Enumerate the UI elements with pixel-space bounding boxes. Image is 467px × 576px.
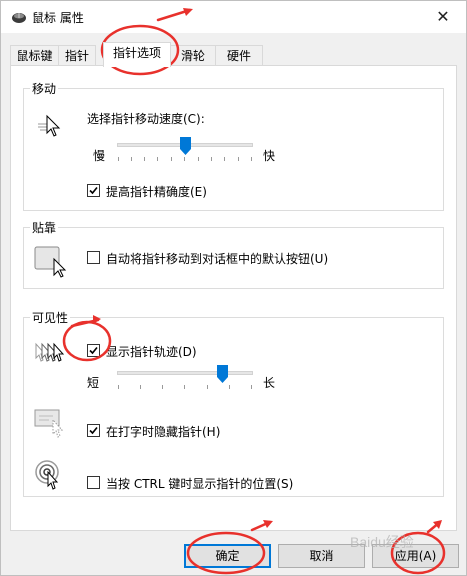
slider-tick bbox=[211, 157, 212, 161]
visibility-group: 可见性 显示指针轨迹(D) 短 长 在打字时隐藏指针(H) 当按 CTRL 键时… bbox=[23, 309, 444, 497]
slow-label: 慢 bbox=[93, 149, 106, 163]
mouse-icon bbox=[11, 10, 27, 24]
speed-slider[interactable] bbox=[117, 137, 253, 163]
close-icon: ✕ bbox=[436, 7, 450, 26]
hide-checkbox[interactable] bbox=[87, 424, 100, 437]
slider-tick bbox=[162, 385, 163, 389]
precision-checkbox[interactable] bbox=[87, 184, 100, 197]
cancel-button[interactable]: 取消 bbox=[278, 544, 365, 568]
motion-legend: 移动 bbox=[30, 80, 59, 97]
hide-while-typing-icon bbox=[34, 408, 70, 441]
pointer-motion-icon bbox=[38, 113, 64, 142]
tab-label: 滑轮 bbox=[180, 49, 205, 63]
tab-label: 硬件 bbox=[226, 49, 251, 63]
mouse-properties-dialog: 鼠标 属性 ✕ 鼠标键 指针 指针选项 滑轮 硬件 移动 选择指针移动速度(C)… bbox=[0, 0, 467, 576]
ctrl-checkbox[interactable] bbox=[87, 476, 100, 489]
snap-legend: 贴靠 bbox=[30, 219, 59, 236]
slider-tick bbox=[238, 157, 239, 161]
slider-tick bbox=[140, 385, 141, 389]
speed-label: 选择指针移动速度(C): bbox=[87, 112, 205, 126]
ctrl-label[interactable]: 当按 CTRL 键时显示指针的位置(S) bbox=[106, 475, 293, 492]
trails-checkbox[interactable] bbox=[87, 344, 100, 357]
slider-tick bbox=[131, 157, 132, 161]
trails-slider-track bbox=[117, 371, 253, 375]
slider-tick bbox=[144, 157, 145, 161]
window-title: 鼠标 属性 bbox=[32, 11, 84, 25]
apply-button[interactable]: 应用(A) bbox=[372, 544, 459, 568]
tab-pointers[interactable]: 指针 bbox=[58, 45, 96, 66]
apply-button-label: 应用(A) bbox=[394, 549, 437, 563]
tab-label: 指针 bbox=[64, 49, 89, 63]
slider-tick bbox=[171, 157, 172, 161]
snap-checkbox[interactable] bbox=[87, 251, 100, 264]
slider-tick bbox=[118, 157, 119, 161]
tab-wheel[interactable]: 滑轮 bbox=[170, 45, 216, 66]
snap-group: 贴靠 自动将指针移动到对话框中的默认按钮(U) bbox=[23, 219, 444, 289]
visibility-legend: 可见性 bbox=[30, 309, 71, 326]
cancel-button-label: 取消 bbox=[309, 549, 334, 563]
tab-hardware[interactable]: 硬件 bbox=[215, 45, 263, 66]
trails-slider-thumb[interactable] bbox=[217, 365, 228, 386]
trails-slider[interactable] bbox=[117, 365, 253, 391]
slider-tick bbox=[224, 157, 225, 161]
pointer-trails-icon bbox=[34, 340, 70, 369]
tab-pointer-options[interactable]: 指针选项 bbox=[103, 42, 171, 67]
tab-label: 指针选项 bbox=[112, 46, 161, 60]
ok-button[interactable]: 确定 bbox=[184, 544, 271, 568]
pointer-options-panel: 移动 选择指针移动速度(C): 慢 快 提高指针精确度(E) 贴靠 自动将指针移… bbox=[10, 65, 457, 531]
slider-tick bbox=[251, 157, 252, 161]
long-label: 长 bbox=[263, 376, 276, 390]
precision-label[interactable]: 提高指针精确度(E) bbox=[106, 183, 207, 200]
slider-tick bbox=[229, 385, 230, 389]
snap-label[interactable]: 自动将指针移动到对话框中的默认按钮(U) bbox=[106, 250, 328, 267]
tab-buttons[interactable]: 鼠标键 bbox=[10, 45, 59, 66]
slider-tick bbox=[207, 385, 208, 389]
slider-tick bbox=[118, 385, 119, 389]
tab-label: 鼠标键 bbox=[16, 49, 53, 63]
motion-group: 移动 选择指针移动速度(C): 慢 快 提高指针精确度(E) bbox=[23, 80, 444, 211]
close-button[interactable]: ✕ bbox=[420, 1, 466, 33]
show-location-icon bbox=[34, 458, 70, 495]
trails-label[interactable]: 显示指针轨迹(D) bbox=[106, 343, 197, 360]
title-bar: 鼠标 属性 ✕ bbox=[1, 1, 466, 33]
snap-to-button-icon bbox=[34, 245, 70, 282]
hide-label[interactable]: 在打字时隐藏指针(H) bbox=[106, 423, 220, 440]
ok-button-label: 确定 bbox=[215, 549, 240, 563]
slider-tick bbox=[184, 385, 185, 389]
slider-tick bbox=[157, 157, 158, 161]
speed-slider-thumb[interactable] bbox=[180, 137, 191, 158]
slider-tick bbox=[198, 157, 199, 161]
slider-tick bbox=[251, 385, 252, 389]
fast-label: 快 bbox=[263, 149, 276, 163]
short-label: 短 bbox=[87, 376, 100, 390]
